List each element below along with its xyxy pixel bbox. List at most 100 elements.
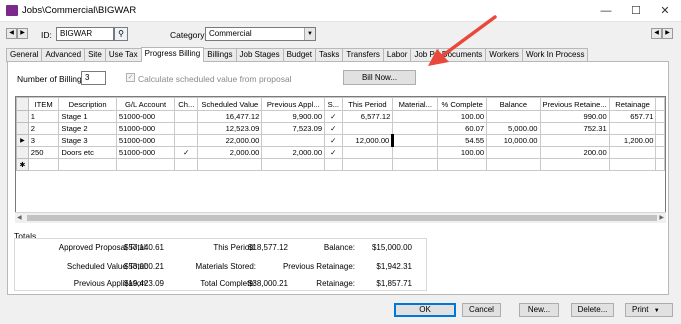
cell-balance[interactable]	[486, 146, 541, 159]
column-header[interactable]: Balance	[486, 97, 541, 111]
cell-scheduled[interactable]: 22,000.00	[197, 134, 263, 147]
next-record-button[interactable]: ▶	[17, 28, 28, 39]
cell-description[interactable]: Stage 2	[58, 122, 117, 135]
cell-material[interactable]	[391, 134, 439, 147]
row-selector[interactable]	[16, 146, 29, 159]
search-icon[interactable]: ⚲	[114, 27, 128, 41]
cell-balance[interactable]	[486, 110, 541, 123]
empty-cell[interactable]	[608, 158, 657, 171]
empty-cell[interactable]	[324, 158, 343, 171]
empty-cell[interactable]	[261, 158, 326, 171]
scroll-right-icon[interactable]: ▶	[659, 214, 664, 221]
prev-record-button[interactable]: ◀	[6, 28, 17, 39]
cell-this-period[interactable]	[341, 146, 394, 159]
empty-cell[interactable]	[392, 158, 439, 171]
cell-prev-app[interactable]	[261, 134, 326, 147]
cell-prev-app[interactable]: 9,900.00	[261, 110, 326, 123]
table-row[interactable]: 1 Stage 1 51000-000 16,477.12 9,900.00 ✓ 6,577…	[16, 110, 665, 123]
column-header[interactable]: Material...	[392, 97, 439, 111]
delete-button[interactable]: Delete...	[571, 303, 614, 317]
cell-gl[interactable]: 51000-000	[115, 134, 176, 147]
cell-gl[interactable]: 51000-000	[115, 146, 176, 159]
cell-pct[interactable]: 54.55	[437, 134, 488, 147]
tab-labor[interactable]: Labor	[382, 48, 412, 62]
cell-prev-ret[interactable]: 200.00	[539, 146, 610, 159]
category-select[interactable]: Commercial ▼	[205, 27, 316, 41]
cell-prev-ret[interactable]: 990.00	[539, 110, 610, 123]
new-row-icon[interactable]: ✱	[16, 158, 29, 171]
cell-prev-app[interactable]: 2,000.00	[261, 146, 326, 159]
cell-balance[interactable]: 5,000.00	[486, 122, 541, 135]
first-record-button[interactable]: ◀	[651, 28, 662, 39]
cancel-button[interactable]: Cancel	[462, 303, 501, 317]
minimize-button[interactable]: —	[592, 2, 620, 20]
cell-prev-ret[interactable]	[539, 134, 610, 147]
cell-gl[interactable]: 51000-000	[115, 110, 176, 123]
cell-s[interactable]: ✓	[324, 122, 343, 135]
new-button[interactable]: New...	[519, 303, 559, 317]
tab-budget[interactable]: Budget	[282, 48, 316, 62]
tab-billings[interactable]: Billings	[203, 48, 237, 62]
empty-cell[interactable]	[174, 158, 199, 171]
empty-cell[interactable]	[197, 158, 263, 171]
cell-this-period[interactable]: 6,577.12	[341, 110, 394, 123]
cell-retainage[interactable]: 1,200.00	[608, 134, 657, 147]
cell-this-period[interactable]: 12,000.00	[341, 134, 394, 147]
row-selector[interactable]: ▶	[16, 134, 29, 147]
column-header[interactable]: G/L Account	[115, 97, 176, 111]
tab-general[interactable]: General	[6, 48, 43, 62]
empty-cell[interactable]	[27, 158, 60, 171]
column-header[interactable]: Ch...	[174, 97, 199, 111]
cell-scheduled[interactable]: 16,477.12	[197, 110, 263, 123]
empty-cell[interactable]	[115, 158, 176, 171]
tab-progress-billing[interactable]: Progress Billing	[140, 47, 205, 62]
column-header[interactable]: This Period	[341, 97, 394, 111]
cell-this-period[interactable]	[341, 122, 394, 135]
bill-now-button[interactable]: Bill Now...	[343, 70, 416, 85]
table-row[interactable]: ▶ 3 Stage 3 51000-000 22,000.00 ✓ 12,000.00 54.…	[16, 134, 665, 147]
cell-material[interactable]	[392, 122, 439, 135]
tab-transfers[interactable]: Transfers	[342, 48, 384, 62]
cell-prev-app[interactable]: 7,523.09	[261, 122, 326, 135]
cell-retainage[interactable]: 657.71	[608, 110, 657, 123]
empty-cell[interactable]	[437, 158, 488, 171]
close-button[interactable]: ✕	[651, 2, 679, 20]
cell-balance[interactable]: 10,000.00	[486, 134, 541, 147]
cell-retainage[interactable]	[608, 122, 657, 135]
tab-advanced[interactable]: Advanced	[41, 48, 86, 62]
empty-cell[interactable]	[58, 158, 117, 171]
new-row[interactable]: ✱	[16, 158, 665, 171]
num-billings-field[interactable]: 3	[81, 71, 106, 85]
cell-item[interactable]: 2	[27, 122, 60, 135]
horizontal-scrollbar[interactable]: ◀ ▶	[15, 212, 666, 223]
cell-material[interactable]	[392, 146, 439, 159]
cell-pct[interactable]: 100.00	[437, 146, 488, 159]
column-header[interactable]: Scheduled Value	[197, 97, 263, 111]
last-record-button[interactable]: ▶	[662, 28, 673, 39]
row-selector[interactable]	[16, 110, 29, 123]
empty-cell[interactable]	[539, 158, 610, 171]
cell-pct[interactable]: 100.00	[437, 110, 488, 123]
cell-s[interactable]: ✓	[324, 146, 343, 159]
cell-prev-ret[interactable]: 752.31	[539, 122, 610, 135]
cell-pct[interactable]: 60.07	[437, 122, 488, 135]
tab-job-stages[interactable]: Job Stages	[235, 48, 284, 62]
cell-scheduled[interactable]: 12,523.09	[197, 122, 263, 135]
table-row[interactable]: 2 Stage 2 51000-000 12,523.09 7,523.09 ✓ 60.07…	[16, 122, 665, 135]
scroll-thumb[interactable]	[27, 215, 657, 221]
scroll-left-icon[interactable]: ◀	[17, 214, 22, 221]
table-row[interactable]: 250 Doors etc 51000-000 ✓ 2,000.00 2,000.00 ✓ 1…	[16, 146, 665, 159]
column-header[interactable]: Previous Retaine...	[539, 97, 610, 111]
cell-item[interactable]: 250	[27, 146, 60, 159]
id-field[interactable]: BIGWAR	[56, 27, 114, 41]
cell-item[interactable]: 1	[27, 110, 60, 123]
tab-use-tax[interactable]: Use Tax	[104, 48, 142, 62]
calc-checkbox[interactable]: ✓	[126, 73, 135, 82]
cell-s[interactable]: ✓	[324, 110, 343, 123]
cell-retainage[interactable]	[608, 146, 657, 159]
column-header[interactable]: Description	[58, 97, 117, 111]
tab-work-in-process[interactable]: Work In Process	[521, 48, 589, 62]
cell-scheduled[interactable]: 2,000.00	[197, 146, 263, 159]
column-header[interactable]: S...	[324, 97, 343, 111]
cell-gl[interactable]: 51000-000	[115, 122, 176, 135]
